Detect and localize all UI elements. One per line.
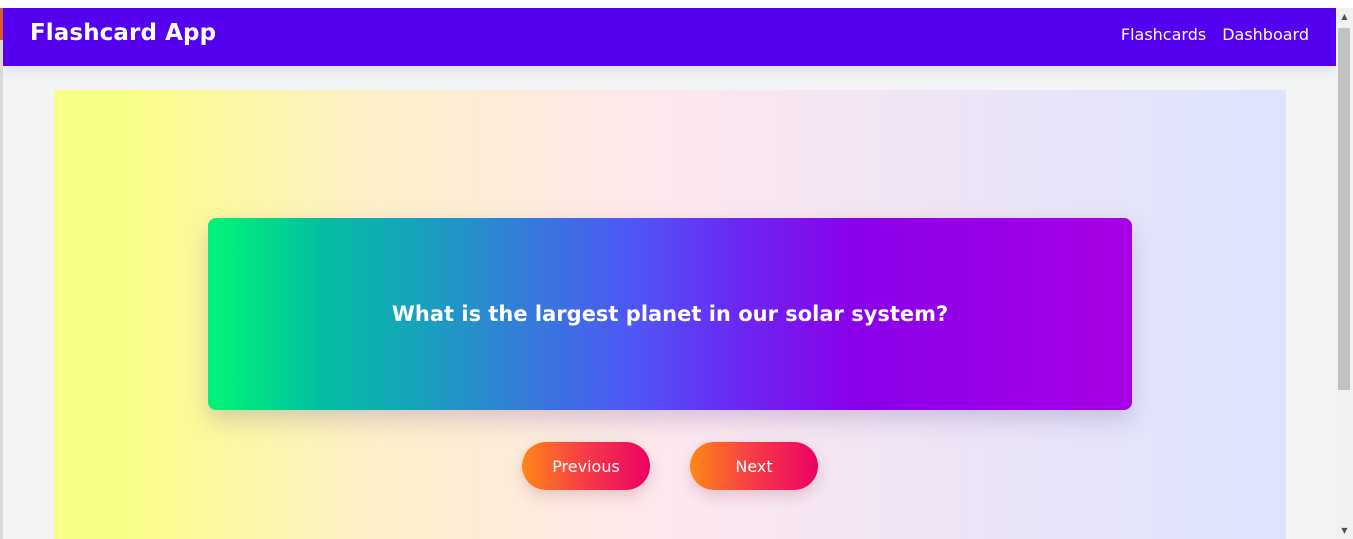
app-brand[interactable]: Flashcard App <box>30 20 216 46</box>
scroll-down-arrow-icon[interactable]: ▼ <box>1336 522 1353 539</box>
previous-button[interactable]: Previous <box>522 442 650 490</box>
vertical-scrollbar[interactable]: ▲ ▼ <box>1336 8 1353 539</box>
page-viewport: Flashcard App Flashcards Dashboard What … <box>3 8 1336 539</box>
nav-links: Flashcards Dashboard <box>1121 25 1309 44</box>
nav-link-dashboard[interactable]: Dashboard <box>1222 25 1309 44</box>
next-button[interactable]: Next <box>690 442 818 490</box>
flashcard[interactable]: What is the largest planet in our solar … <box>208 218 1132 410</box>
flashcard-stage: What is the largest planet in our solar … <box>54 90 1286 539</box>
flashcard-controls: Previous Next <box>54 442 1286 490</box>
browser-window: Flashcard App Flashcards Dashboard What … <box>0 0 1353 539</box>
scroll-up-arrow-icon[interactable]: ▲ <box>1336 8 1353 25</box>
flashcard-question: What is the largest planet in our solar … <box>391 302 949 326</box>
nav-link-flashcards[interactable]: Flashcards <box>1121 25 1206 44</box>
scrollbar-thumb[interactable] <box>1338 28 1350 390</box>
top-navbar: Flashcard App Flashcards Dashboard <box>3 8 1336 66</box>
